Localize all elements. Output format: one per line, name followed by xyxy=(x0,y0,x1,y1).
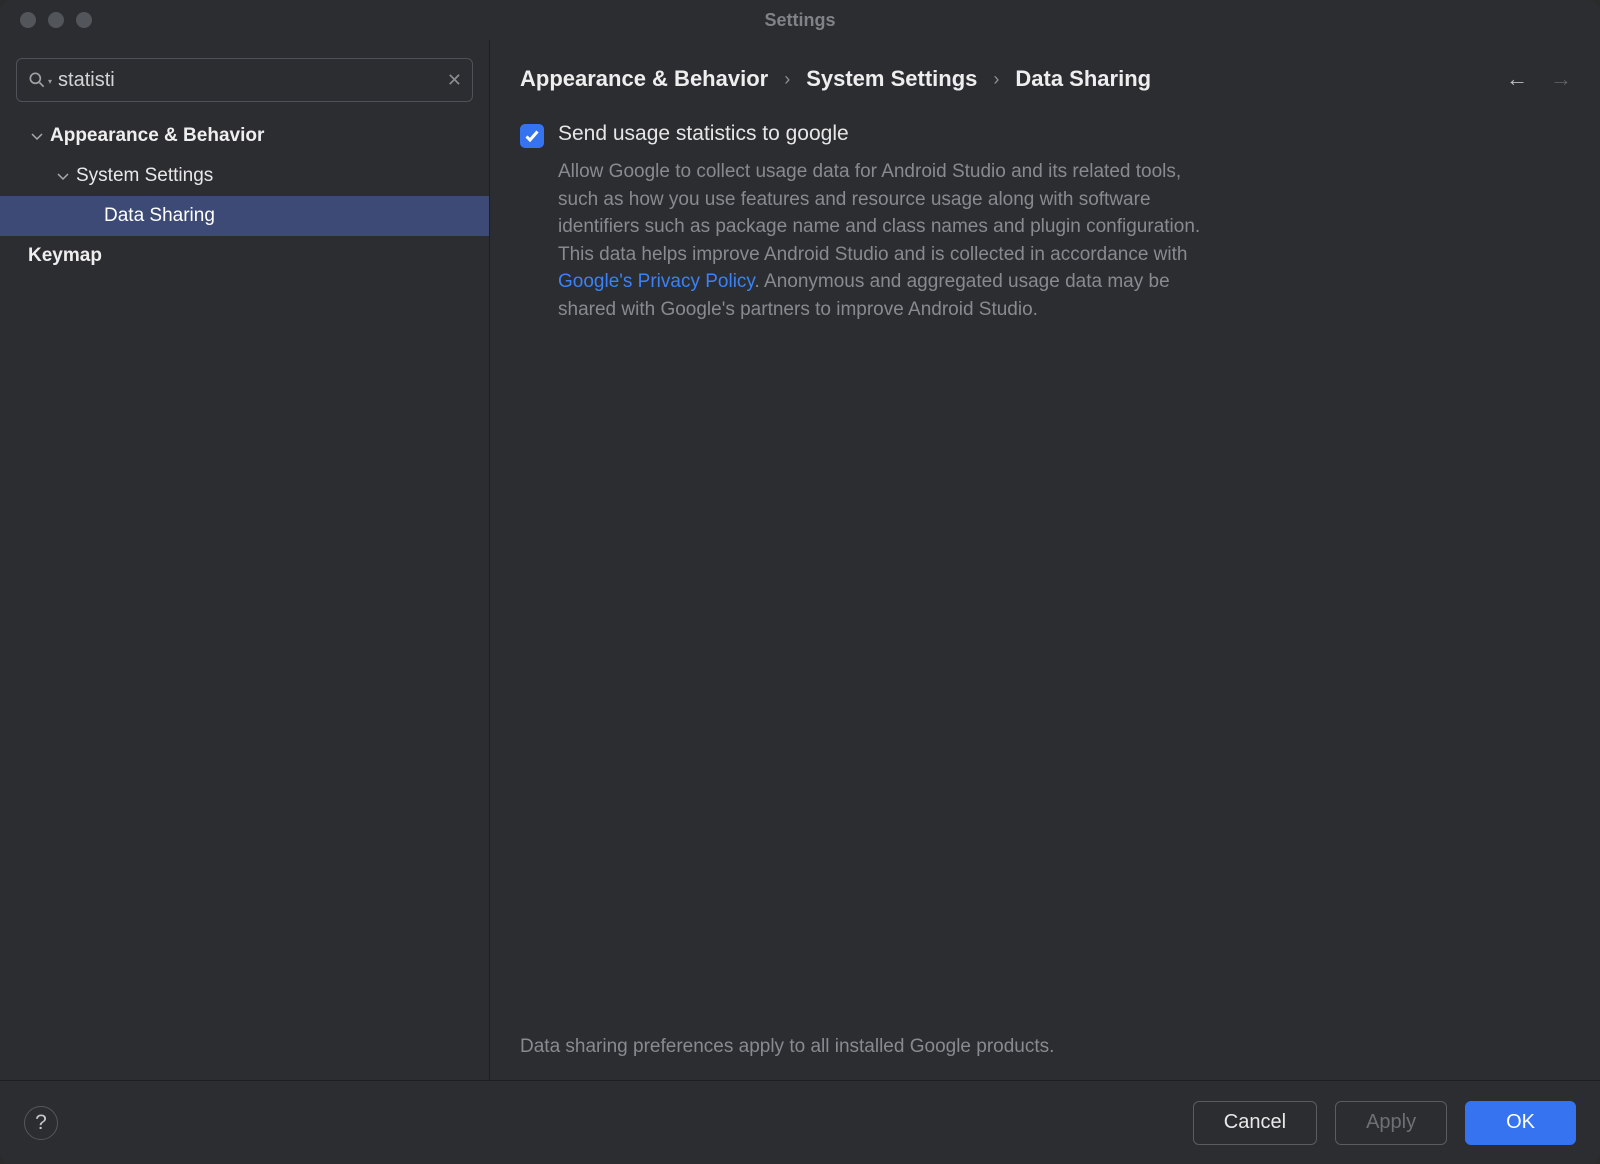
breadcrumb-item[interactable]: Appearance & Behavior xyxy=(520,66,768,92)
sidebar: ▾ ✕ Appearance & Behavior S xyxy=(0,40,490,1080)
cancel-button[interactable]: Cancel xyxy=(1193,1101,1317,1145)
sidebar-item-system-settings[interactable]: System Settings xyxy=(0,156,489,196)
send-usage-stats-setting: Send usage statistics to google xyxy=(520,122,1582,148)
sidebar-item-label: Appearance & Behavior xyxy=(50,125,264,147)
settings-tree: Appearance & Behavior System Settings Da… xyxy=(0,114,489,1080)
checkbox-label[interactable]: Send usage statistics to google xyxy=(558,122,849,146)
privacy-policy-link[interactable]: Google's Privacy Policy xyxy=(558,271,755,292)
chevron-right-icon: › xyxy=(993,69,999,90)
setting-description: Allow Google to collect usage data for A… xyxy=(520,158,1220,323)
ok-button[interactable]: OK xyxy=(1465,1101,1576,1145)
chevron-right-icon: › xyxy=(784,69,790,90)
breadcrumb-item[interactable]: System Settings xyxy=(806,66,977,92)
desc-text: Allow Google to collect usage data for A… xyxy=(558,161,1200,265)
back-arrow-icon[interactable]: ← xyxy=(1506,66,1528,92)
forward-arrow-icon: → xyxy=(1550,66,1572,92)
send-usage-stats-checkbox[interactable] xyxy=(520,124,544,148)
zoom-window-icon[interactable] xyxy=(76,12,92,28)
search-input[interactable] xyxy=(52,69,447,92)
sidebar-item-keymap[interactable]: Keymap xyxy=(0,236,489,276)
titlebar: Settings xyxy=(0,0,1600,40)
breadcrumb-item[interactable]: Data Sharing xyxy=(1015,66,1151,92)
minimize-window-icon[interactable] xyxy=(48,12,64,28)
chevron-down-icon xyxy=(54,170,72,182)
settings-window: Settings ▾ ✕ xyxy=(0,0,1600,1164)
help-button[interactable]: ? xyxy=(24,1106,58,1140)
close-window-icon[interactable] xyxy=(20,12,36,28)
content-area: Send usage statistics to google Allow Go… xyxy=(520,122,1582,1028)
nav-arrows: ← → xyxy=(1506,66,1582,92)
sidebar-item-label: Keymap xyxy=(28,245,102,267)
dialog-body: ▾ ✕ Appearance & Behavior S xyxy=(0,40,1600,1080)
sidebar-item-label: Data Sharing xyxy=(104,205,215,227)
sidebar-item-label: System Settings xyxy=(76,165,213,187)
clear-search-icon[interactable]: ✕ xyxy=(447,70,462,91)
main-panel: Appearance & Behavior › System Settings … xyxy=(490,40,1600,1080)
search-icon: ▾ xyxy=(27,70,52,90)
search-field[interactable]: ▾ ✕ xyxy=(16,58,473,102)
footer-note: Data sharing preferences apply to all in… xyxy=(520,1028,1582,1070)
sidebar-item-appearance-behavior[interactable]: Appearance & Behavior xyxy=(0,116,489,156)
sidebar-item-data-sharing[interactable]: Data Sharing xyxy=(0,196,489,236)
button-bar: ? Cancel Apply OK xyxy=(0,1080,1600,1164)
breadcrumb: Appearance & Behavior › System Settings … xyxy=(520,66,1151,92)
window-controls xyxy=(20,12,92,28)
chevron-down-icon xyxy=(28,130,46,142)
window-title: Settings xyxy=(0,10,1600,31)
main-header: Appearance & Behavior › System Settings … xyxy=(520,66,1582,92)
apply-button: Apply xyxy=(1335,1101,1447,1145)
